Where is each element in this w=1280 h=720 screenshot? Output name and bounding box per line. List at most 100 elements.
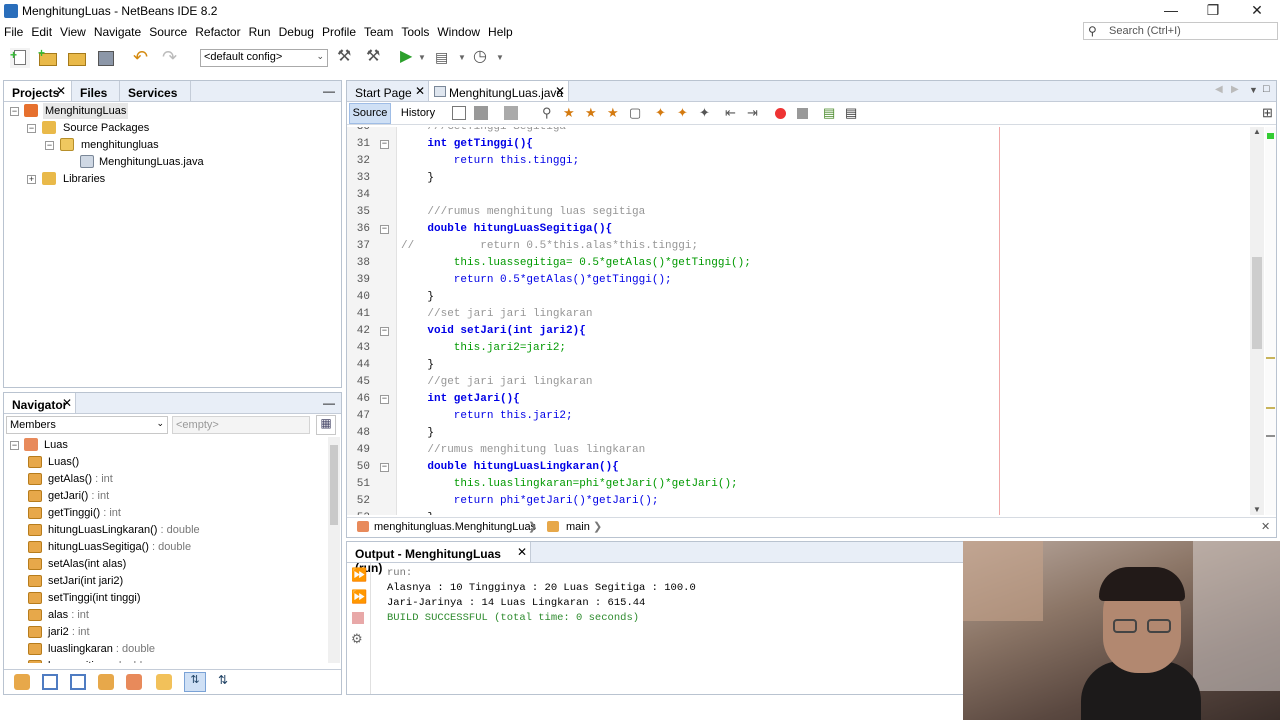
minimize-button[interactable]: — [1148,0,1194,22]
minimize-panel-icon[interactable]: — [323,84,335,98]
search-input[interactable]: ⚲ Search (Ctrl+I) [1083,22,1278,40]
menu-debug[interactable]: Debug [275,22,318,39]
redo-icon[interactable]: ↷ [162,48,182,68]
tree-libraries[interactable]: + Libraries [6,171,126,187]
start-macro-icon[interactable] [775,108,786,119]
rerun-icon[interactable]: ⏩ [351,567,367,583]
stop-macro-icon[interactable] [797,108,808,119]
last-edit-icon[interactable] [452,106,466,120]
split-editor-icon[interactable]: ⊞ [1262,105,1273,121]
stop-icon[interactable] [352,612,364,624]
fold-icon[interactable]: − [380,140,389,149]
run-icon[interactable]: ▶ [400,48,420,68]
tree-class-luas[interactable]: − Luas [6,437,106,453]
config-select[interactable]: <default config> ⌄ [200,49,328,67]
next-bookmark-icon[interactable]: ✦ [677,105,688,121]
collapse-icon[interactable]: − [10,107,19,116]
tabs-list-icon[interactable]: ▼ [1249,85,1258,95]
member-item[interactable]: jari2 : int [28,624,90,641]
collapse-icon[interactable]: − [45,141,54,150]
minimize-panel-icon[interactable]: — [323,396,335,410]
tab-projects[interactable]: Projects ✕ [4,81,72,101]
tree-source-packages[interactable]: − Source Packages [6,120,166,136]
clean-build-icon[interactable]: ⚒ [366,48,386,68]
breadcrumb-class[interactable]: menghitungluas.MenghitungLuas [374,521,536,533]
debug-icon[interactable]: ▤ [435,48,455,68]
member-item[interactable]: luassegitiga : double [28,658,148,663]
member-item[interactable]: hitungLuasSegitiga() : double [28,539,191,556]
tab-services[interactable]: Services [119,81,191,101]
shift-left-icon[interactable]: ⇤ [725,105,736,121]
menu-tools[interactable]: Tools [397,22,433,39]
filter-classes-icon[interactable] [126,674,142,690]
profile-icon[interactable]: ◷ [473,48,493,68]
profile-dropdown-icon[interactable]: ▼ [496,48,516,68]
member-item[interactable]: setAlas(int alas) [28,556,126,573]
member-item[interactable]: getAlas() : int [28,471,113,488]
member-item[interactable]: hitungLuasLingkaran() : double [28,522,200,539]
member-item[interactable]: setTinggi(int tinggi) [28,590,141,607]
close-icon[interactable]: ✕ [517,545,527,559]
shift-right-icon[interactable]: ⇥ [747,105,758,121]
menu-file[interactable]: File [0,22,27,39]
toggle-bookmark-icon[interactable]: ✦ [699,105,710,121]
editor-vscrollbar[interactable]: ▲ ▼ [1250,127,1264,515]
history-mode-button[interactable]: History [397,103,439,124]
close-button[interactable]: ✕ [1234,0,1280,22]
tab-files[interactable]: Files [72,81,119,101]
find-previous-icon[interactable]: ★ [563,105,575,121]
toggle-highlight-icon[interactable]: ▢ [629,105,641,121]
close-icon[interactable]: ✕ [56,84,66,98]
rerun-with-options-icon[interactable]: ⏩ [351,589,367,605]
close-icon[interactable]: ✕ [62,396,72,410]
collapse-icon[interactable]: − [10,441,19,450]
scroll-thumb[interactable] [1252,257,1262,349]
new-file-icon[interactable]: + [10,48,30,68]
prev-bookmark-icon[interactable]: ✦ [655,105,666,121]
expand-icon[interactable]: + [27,175,36,184]
tree-package[interactable]: − menghitungluas [6,137,166,153]
scroll-down-icon[interactable]: ▼ [1253,505,1261,514]
undo-icon[interactable]: ↶ [133,48,153,68]
member-item[interactable]: alas : int [28,607,89,624]
comment-icon[interactable]: ▤ [823,105,835,121]
member-item[interactable]: Luas() [28,454,79,471]
members-select[interactable]: Members ⌄ [6,416,168,434]
menu-navigate[interactable]: Navigate [90,22,145,39]
find-next-icon[interactable]: ★ [585,105,597,121]
member-item[interactable]: getJari() : int [28,488,109,505]
menu-team[interactable]: Team [360,22,397,39]
collapse-icon[interactable]: − [27,124,36,133]
menu-view[interactable]: View [56,22,90,39]
close-icon[interactable]: ✕ [555,84,565,98]
maximize-editor-icon[interactable]: □ [1263,83,1270,95]
filter-fqn-icon[interactable] [156,674,172,690]
member-item[interactable]: luaslingkaran : double [28,641,155,658]
find-selection-icon[interactable]: ★ [607,105,619,121]
menu-run[interactable]: Run [245,22,275,39]
filter-static-icon[interactable] [42,674,58,690]
fold-icon[interactable]: − [380,395,389,404]
member-item[interactable]: setJari(int jari2) [28,573,123,590]
close-breadcrumb-icon[interactable]: ✕ [1261,520,1270,533]
uncomment-icon[interactable]: ▤ [845,105,857,121]
tree-file[interactable]: MenghitungLuas.java [6,154,206,170]
menu-profile[interactable]: Profile [318,22,360,39]
scroll-tabs-left-icon[interactable]: ◀ [1215,84,1223,95]
filter-inherited-icon[interactable] [98,674,114,690]
tab-navigator[interactable]: Navigator ✕ [4,393,76,413]
menu-edit[interactable]: Edit [27,22,56,39]
restore-button[interactable]: ❐ [1190,0,1236,22]
sort-by-source-icon[interactable]: ⇅ [214,673,232,691]
new-project-icon[interactable]: + [38,46,58,68]
fold-icon[interactable]: − [380,463,389,472]
find-icon[interactable]: ⚲ [542,105,552,121]
filter-fields-icon[interactable] [14,674,30,690]
back-icon[interactable] [474,106,488,120]
scroll-thumb[interactable] [330,445,338,525]
navigator-options-icon[interactable]: ▦ [316,415,336,435]
menu-source[interactable]: Source [145,22,191,39]
forward-icon[interactable] [504,106,518,120]
menu-refactor[interactable]: Refactor [191,22,244,39]
fold-icon[interactable]: − [380,327,389,336]
